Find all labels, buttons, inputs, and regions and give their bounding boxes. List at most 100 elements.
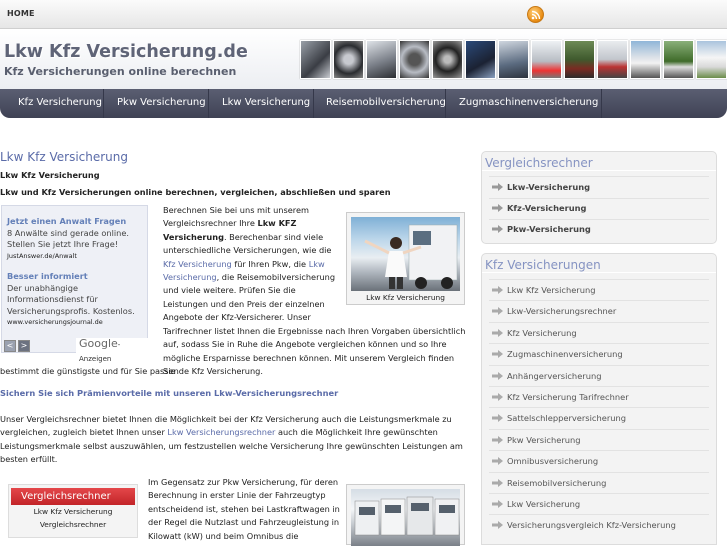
sidebar-item-lkw-versicherung[interactable]: Lkw Versicherung [492,499,580,509]
divider [489,176,709,177]
intro-bold: Lkw KFZ [257,218,297,229]
kfz-versicherung-link[interactable]: Kfz Versicherung [163,259,232,269]
site-subtitle: Kfz Versicherungen online berechnen [4,65,237,78]
sidebar-item-pkw-versicherung[interactable]: Pkw-Versicherung [492,224,591,234]
ad-url[interactable]: www.versicherungsjournal.de [7,317,142,329]
ad-text: 8 Anwälte sind gerade online. [7,227,130,238]
sidebar-item-versicherungsvergleich-kfz-versicherung[interactable]: Versicherungsvergleich Kfz-Versicherung [492,520,676,530]
header-photo [531,40,562,79]
paragraph-3: Im Gegensatz zur Pkw Versicherung, für d… [148,476,343,543]
home-link[interactable]: HOME [7,9,35,18]
intro-line: Berechnen Sie bei uns mit unserem [163,205,309,215]
vergleichsrechner-button[interactable]: Vergleichsrechner [11,488,135,505]
panel-title: Kfz Versicherungen [482,254,716,273]
sidebar-item-sattelschlepperversicherung[interactable]: Sattelschlepperversicherung [492,413,626,423]
nav-separator [445,89,446,118]
sidebar-item-kfz-versicherung[interactable]: Kfz Versicherung [492,328,577,338]
ad-next-button[interactable]: > [18,340,30,352]
google-ads-box: Jetzt einen Anwalt Fragen 8 Anwälte sind… [1,205,149,363]
sidebar-item-anh-ngerversicherung[interactable]: Anhängerversicherung [492,371,602,381]
sidebar-item-kfz-versicherung[interactable]: Kfz-Versicherung [492,203,586,213]
divider [489,321,709,323]
paragraph-2: Unser Vergleichsrechner bietet Ihnen die… [0,413,470,467]
nav-kfz-versicherung[interactable]: Kfz Versicherung [18,97,102,108]
sidebar-item-lkw-versicherungsrechner[interactable]: Lkw-Versicherungsrechner [492,306,616,316]
divider [489,428,709,430]
ad-prev-button[interactable]: < [4,340,16,352]
vergleichsrechner-box: Vergleichsrechner Lkw Kfz Versicherung V… [8,484,138,538]
intro-line: und viele weitere. Prüfen Sie die [163,285,296,296]
sidebar-item-label: Zugmaschinenversicherung [507,349,623,360]
header-photo [399,40,430,79]
divider [489,493,709,494]
arrow-right-icon [492,457,503,466]
truck-woman-photo [351,217,460,291]
divider [489,198,709,199]
nav-reisemobilversicherung[interactable]: Reisemobilversicherung [326,97,446,108]
sidebar-item-label: Lkw-Versicherung [507,182,591,192]
sidebar-item-label: Pkw-Versicherung [507,224,591,234]
p3-line: Im Gegensatz zur Pkw Versicherung, für d… [148,477,339,487]
vgl-caption: Vergleichsrechner [39,519,107,529]
header-photo-strip [300,40,727,79]
sidebar-item-zugmaschinenversicherung[interactable]: Zugmaschinenversicherung [492,349,623,359]
header-photo [465,40,496,79]
ad-text: Der unabhängige [7,282,79,293]
arrow-right-icon [492,183,503,191]
sidebar-item-label: Lkw Versicherung [507,499,581,509]
vergleichsrechner-panel: Vergleichsrechner Lkw-Versicherung Kfz-V… [481,151,717,244]
divider [489,300,709,302]
lkw-link[interactable]: Lkw [309,259,325,269]
lkw-versicherung-link[interactable]: Versicherung [163,272,217,282]
truck-fleet-image-box [346,484,465,546]
sidebar-item-label: Sattelschlepperversicherung [507,413,627,424]
header-photo [630,40,661,79]
intro-line: Versicherung, die Reisemobilversicherung [163,271,347,284]
section-subheading: Sichern Sie sich Prämienvorteile mit uns… [0,388,339,398]
nav-lkw-versicherung[interactable]: Lkw Versicherung [222,97,310,108]
ad-url[interactable]: JustAnswer.de/Anwalt [7,251,142,263]
sidebar-item-lkw-kfz-versicherung[interactable]: Lkw Kfz Versicherung [492,285,596,295]
p3-line: Kilowatt (kW) und beim Omnibus die [148,530,299,541]
sidebar-item-reisemobilversicherung[interactable]: Reisemobilversicherung [492,478,606,488]
image-caption: Lkw Kfz Versicherung [366,293,445,302]
content-subheading: Lkw und Kfz Versicherungen online berech… [0,187,391,197]
rss-icon[interactable] [527,6,544,23]
sidebar-item-label: Lkw-Versicherungsrechner [507,306,617,317]
p2-text: auch die Möglichkeit Ihre gewünschten [275,427,438,438]
sidebar-item-label: Lkw Kfz Versicherung [507,285,596,295]
divider [489,386,709,387]
top-bar: HOME [0,0,727,29]
sidebar-item-pkw-versicherung[interactable]: Pkw Versicherung [492,435,581,445]
nav-pkw-versicherung[interactable]: Pkw Versicherung [117,97,206,108]
sidebar-item-omnibusversicherung[interactable]: Omnibusversicherung [492,456,598,466]
intro-text: . Berechenbar sind viele [223,231,324,242]
intro-paragraph-top: Berechnen Sie bei uns mit unserem Vergle… [163,204,347,325]
site-title[interactable]: Lkw Kfz Versicherung.de [4,42,248,62]
p3-line: Berechnung in erster Linie der Fahrzeugt… [148,490,326,501]
arrow-right-icon [492,500,503,508]
header-photo [663,40,694,79]
ad-title[interactable]: Besser informiert [7,271,142,283]
ad-text: Informationsdienst für [7,294,98,304]
arrow-right-icon [492,350,503,359]
nav-separator [208,89,209,118]
arrow-right-icon [492,286,503,294]
google-ads-label[interactable]: Google-Anzeigen [76,338,149,363]
lkw-versicherungsrechner-link[interactable]: Lkw Versicherungsrechner [167,427,275,437]
divider [489,407,709,409]
kfz-versicherungen-panel: Kfz Versicherungen Lkw Kfz Versicherung L… [481,253,717,545]
ad-title[interactable]: Jetzt einen Anwalt Fragen [7,216,142,228]
divider [489,343,709,345]
arrow-right-icon [492,435,503,444]
sidebar-item-label: Anhängerversicherung [507,370,602,381]
nav-zugmaschinenversicherung[interactable]: Zugmaschinenversicherung [459,97,598,108]
p2-line: Leistungsmerkmale selbst auszuwählen, um… [0,440,463,451]
page-title: Lkw Kfz Versicherung [0,150,128,164]
divider [489,514,709,516]
intro-line: Versicherung. Berechenbar sind viele [163,231,347,244]
vgl-caption: Lkw Kfz Versicherung [33,507,113,516]
ad-text: Stellen Sie jetzt Ihre Frage! [7,239,119,249]
sidebar-item-kfz-versicherung-tarifrechner[interactable]: Kfz Versicherung Tarifrechner [492,392,629,402]
sidebar-item-lkw-versicherung[interactable]: Lkw-Versicherung [492,182,590,192]
